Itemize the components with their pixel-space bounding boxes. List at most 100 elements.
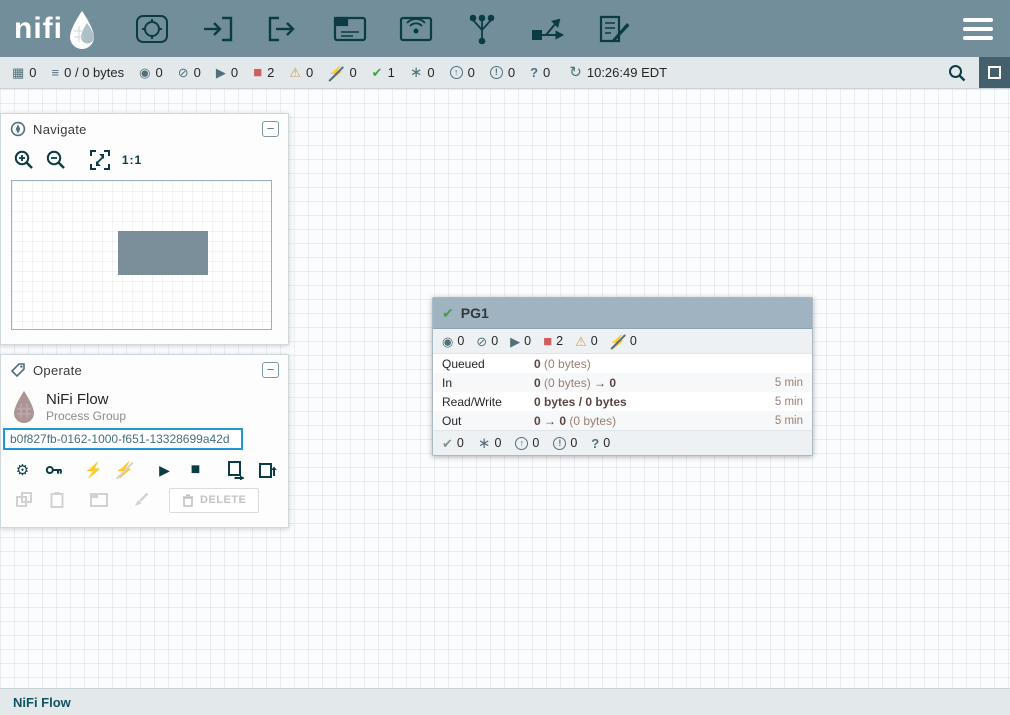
sync-failure-icon: ? <box>591 437 599 450</box>
flow-canvas[interactable]: Navigate − <box>0 89 1010 688</box>
locally-modified-icon: ∗ <box>410 65 423 80</box>
refresh-icon: ↻ <box>569 65 582 80</box>
operate-tag-icon <box>10 362 26 378</box>
pg-stale: ↑ 0 <box>515 436 539 450</box>
pg-stat-disabled: ⚡ 0 <box>610 334 637 348</box>
transmitting-icon: ◉ <box>139 66 150 79</box>
fill-color-button[interactable] <box>126 487 155 513</box>
zoom-in-button[interactable] <box>11 148 37 172</box>
start-button[interactable]: ▶ <box>151 457 178 483</box>
up-to-date-icon: ✔ <box>442 437 453 450</box>
toolbar-processor[interactable] <box>133 9 171 49</box>
status-up-to-date: ✔ 1 <box>372 65 395 80</box>
group-button[interactable] <box>84 487 113 513</box>
remote-process-group-icon <box>398 12 434 46</box>
enable-button[interactable]: ⚡ <box>80 457 107 483</box>
queued-icon: ≡ <box>52 66 60 79</box>
navigate-toolbar: 1:1 <box>1 144 288 178</box>
zoom-actual-button[interactable]: 1:1 <box>119 148 145 172</box>
pg-stat-transmitting: ◉ 0 <box>442 334 464 348</box>
breadcrumb-nifi-flow[interactable]: NiFi Flow <box>13 695 71 710</box>
square-icon <box>988 66 1001 79</box>
locally-modified-stale-icon: ! <box>553 437 566 450</box>
key-icon <box>45 461 63 479</box>
stale-icon: ↑ <box>515 437 528 450</box>
birdseye-component-rect <box>118 231 208 275</box>
status-transmitting: ◉ 0 <box>139 65 163 80</box>
zoom-fit-button[interactable] <box>87 148 113 172</box>
nifi-drop-logo-icon <box>67 9 97 49</box>
pg-locally-modified-stale: ! 0 <box>553 436 577 450</box>
version-up-to-date-icon: ✔ <box>442 306 454 320</box>
process-group-version-states: ✔ 0 ∗ 0 ↑ 0 ! 0 ? 0 <box>433 430 812 455</box>
selection-name: NiFi Flow <box>46 391 126 408</box>
panel-toggle-button[interactable] <box>979 57 1010 88</box>
toolbar-remote-process-group[interactable] <box>397 9 435 49</box>
stopped-icon: ■ <box>543 334 552 349</box>
operate-header: Operate − <box>1 355 288 385</box>
create-template-button[interactable] <box>222 457 249 483</box>
pg-stat-invalid: ⚠ 0 <box>575 334 598 348</box>
refresh-status[interactable]: ↻ 10:26:49 EDT <box>569 65 667 80</box>
compass-icon <box>10 121 26 137</box>
status-stale: ↑ 0 <box>450 65 475 80</box>
operate-title: Operate <box>33 363 82 378</box>
threads-icon: ▦ <box>12 66 24 79</box>
flow-status-bar: ▦ 0 ≡ 0 / 0 bytes ◉ 0 ⊘ 0 ▶ 0 ■ 2 ⚠ 0 ⚡ <box>0 57 1010 89</box>
zoom-in-icon <box>13 149 35 171</box>
stale-icon: ↑ <box>450 66 463 79</box>
disable-button[interactable]: ⚡ <box>111 457 138 483</box>
operate-palette: Operate − NiFi Flow Process Group b0f827… <box>0 354 289 528</box>
one-to-one-icon: 1:1 <box>122 153 142 167</box>
locally-modified-stale-icon: ! <box>490 66 503 79</box>
status-not-transmitting: ⊘ 0 <box>178 65 201 80</box>
up-to-date-icon: ✔ <box>372 66 383 79</box>
navigate-collapse-button[interactable]: − <box>262 121 279 137</box>
pg-sync-failure: ? 0 <box>591 436 610 450</box>
stop-button[interactable]: ■ <box>182 457 209 483</box>
component-toolbar <box>133 9 633 49</box>
toolbar-label[interactable] <box>595 9 633 49</box>
status-running: ▶ 0 <box>216 65 238 80</box>
toolbar-template[interactable] <box>529 9 567 49</box>
status-active-threads: ▦ 0 <box>12 65 37 80</box>
operate-collapse-button[interactable]: − <box>262 362 279 378</box>
copy-button[interactable] <box>9 487 38 513</box>
trash-icon <box>182 494 194 507</box>
invalid-icon: ⚠ <box>289 66 301 79</box>
stopped-icon: ■ <box>253 65 262 80</box>
global-menu-button[interactable] <box>958 12 998 46</box>
nifi-logo: nifi <box>14 9 97 49</box>
operate-selection: NiFi Flow Process Group <box>1 385 288 425</box>
navigate-header: Navigate − <box>1 114 288 144</box>
process-group-icon <box>332 12 368 46</box>
status-bar-right <box>943 57 1010 88</box>
status-invalid: ⚠ 0 <box>289 65 313 80</box>
search-button[interactable] <box>943 59 971 87</box>
process-group-metrics: Queued 0 (0 bytes) In 0 (0 bytes) → 0 5 … <box>433 354 812 430</box>
status-locally-modified-stale: ! 0 <box>490 65 515 80</box>
status-locally-modified: ∗ 0 <box>410 65 435 80</box>
process-group-component[interactable]: ✔ PG1 ◉ 0 ⊘ 0 ▶ 0 ■ 2 <box>432 297 813 456</box>
birdseye-view[interactable] <box>11 180 272 330</box>
template-icon <box>530 12 566 46</box>
transmitting-icon: ◉ <box>442 335 453 348</box>
paste-button[interactable] <box>42 487 71 513</box>
delete-button[interactable]: DELETE <box>169 488 259 513</box>
group-icon <box>89 491 109 509</box>
navigate-title: Navigate <box>33 122 87 137</box>
process-group-header: ✔ PG1 <box>433 298 812 329</box>
toolbar-input-port[interactable] <box>199 9 237 49</box>
zoom-out-icon <box>45 149 67 171</box>
toolbar-funnel[interactable] <box>463 9 501 49</box>
selection-id-field[interactable]: b0f827fb-0162-1000-f651-13328699a42d <box>3 428 243 450</box>
disabled-icon: ⚡ <box>610 335 626 348</box>
configuration-button[interactable]: ⚙ <box>9 457 36 483</box>
toolbar-process-group[interactable] <box>331 9 369 49</box>
zoom-out-button[interactable] <box>43 148 69 172</box>
metric-row-queued: Queued 0 (0 bytes) <box>433 354 812 373</box>
toolbar-output-port[interactable] <box>265 9 303 49</box>
refresh-time: 10:26:49 EDT <box>587 65 667 80</box>
access-policies-button[interactable] <box>40 457 67 483</box>
upload-template-button[interactable] <box>253 457 280 483</box>
